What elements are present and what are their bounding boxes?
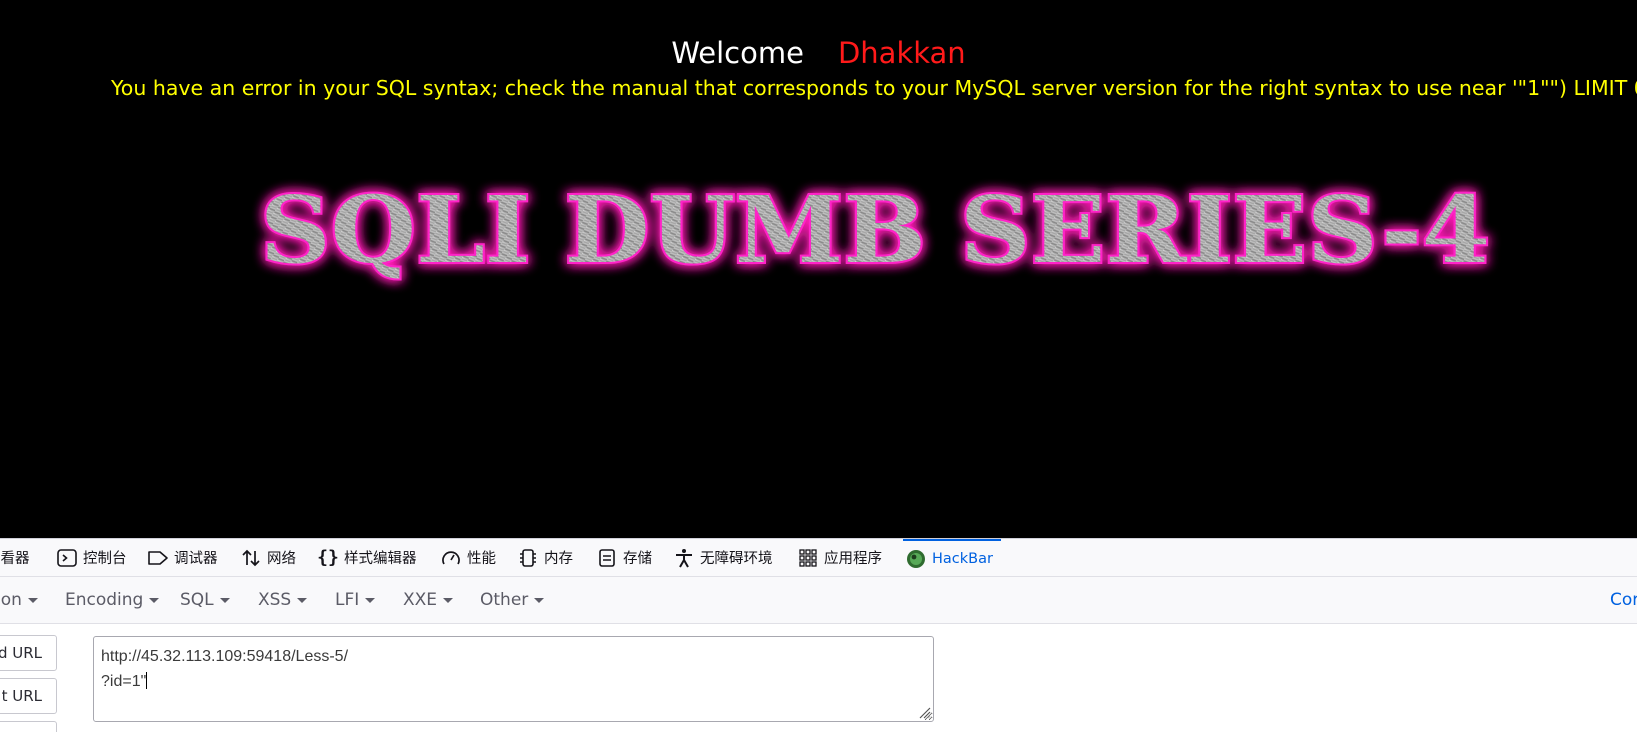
menu-action[interactable]: ion <box>0 577 38 623</box>
url-line-2-text: ?id=1" <box>101 673 147 690</box>
menu-xxe[interactable]: XXE <box>403 577 454 623</box>
tab-style-editor[interactable]: {} 样式编辑器 <box>317 539 417 576</box>
url-line-2: ?id=1" <box>101 669 926 694</box>
menu-xxe-label: XXE <box>403 590 438 610</box>
chevron-down-icon <box>443 597 454 603</box>
tab-network[interactable]: 网络 <box>240 539 296 576</box>
application-icon <box>797 547 819 569</box>
url-line-1: http://45.32.113.109:59418/Less-5/ <box>101 648 349 665</box>
tab-network-label: 网络 <box>267 551 296 567</box>
tab-application[interactable]: 应用程序 <box>797 539 882 576</box>
menu-lfi[interactable]: LFI <box>335 577 376 623</box>
menu-contribute-link[interactable]: Cor <box>1610 577 1637 623</box>
tab-accessibility[interactable]: 无障碍环境 <box>673 539 773 576</box>
menu-encoding-label: Encoding <box>65 590 144 610</box>
chevron-down-icon <box>149 597 160 603</box>
menu-contribute-label: Cor <box>1610 590 1637 610</box>
web-content: Welcome Dhakkan You have an error in your… <box>0 0 1637 538</box>
tab-memory[interactable]: 内存 <box>517 539 573 576</box>
url-textarea[interactable]: http://45.32.113.109:59418/Less-5/ ?id=1… <box>93 636 934 722</box>
chevron-down-icon <box>534 597 545 603</box>
chevron-down-icon <box>27 597 38 603</box>
execute-button[interactable] <box>0 721 57 732</box>
accessibility-icon <box>673 547 695 569</box>
tab-performance-label: 性能 <box>467 551 496 567</box>
banner-title-image: SQLI DUMB SERIES-4 <box>258 174 1492 286</box>
tab-console[interactable]: 控制台 <box>56 539 127 576</box>
menu-sql-label: SQL <box>180 590 214 610</box>
tab-storage[interactable]: 存储 <box>596 539 652 576</box>
menu-xss[interactable]: XSS <box>258 577 308 623</box>
tab-hackbar-label: HackBar <box>932 550 993 567</box>
storage-icon <box>596 547 618 569</box>
network-icon <box>240 547 262 569</box>
tab-style-editor-label: 样式编辑器 <box>344 551 417 567</box>
tab-debugger-label: 调试器 <box>174 551 218 567</box>
performance-icon <box>440 547 462 569</box>
welcome-text: Welcome <box>671 36 804 70</box>
menu-xss-label: XSS <box>258 590 292 610</box>
text-cursor <box>146 672 148 689</box>
debugger-icon <box>147 547 169 569</box>
hackbar-menu: ion Encoding SQL XSS LFI XXE Other Cor <box>0 577 1637 624</box>
welcome-line: Welcome Dhakkan <box>0 36 1637 70</box>
tab-application-label: 应用程序 <box>824 551 882 567</box>
tab-accessibility-label: 无障碍环境 <box>700 551 773 567</box>
resize-grip-icon[interactable] <box>917 705 931 719</box>
tab-hackbar[interactable]: HackBar <box>903 539 1001 576</box>
menu-encoding[interactable]: Encoding <box>65 577 160 623</box>
style-editor-icon: {} <box>317 547 339 568</box>
memory-icon <box>517 547 539 569</box>
username-text: Dhakkan <box>837 36 966 70</box>
hackbar-icon <box>905 548 927 570</box>
load-url-label: d URL <box>0 644 42 662</box>
menu-sql[interactable]: SQL <box>180 577 230 623</box>
tab-memory-label: 内存 <box>544 551 573 567</box>
browser-page: Welcome Dhakkan You have an error in your… <box>0 0 1637 732</box>
tab-console-label: 控制台 <box>83 551 127 567</box>
tab-performance[interactable]: 性能 <box>440 539 496 576</box>
tab-inspector[interactable]: 查看器 <box>0 539 30 576</box>
chevron-down-icon <box>219 597 230 603</box>
chevron-down-icon <box>297 597 308 603</box>
tab-inspector-label: 查看器 <box>0 551 30 567</box>
menu-other[interactable]: Other <box>480 577 545 623</box>
split-url-label: t URL <box>1 687 42 705</box>
devtools-panel: 查看器 控制台 调试器 网络 {} <box>0 538 1637 732</box>
banner-title: SQLI DUMB SERIES-4 <box>260 176 1490 284</box>
tab-storage-label: 存储 <box>623 551 652 567</box>
devtools-tabbar: 查看器 控制台 调试器 网络 {} <box>0 539 1637 577</box>
split-url-button[interactable]: t URL <box>0 678 57 714</box>
chevron-down-icon <box>365 597 376 603</box>
load-url-button[interactable]: d URL <box>0 635 57 671</box>
menu-action-label: ion <box>0 590 22 610</box>
sql-error-message: You have an error in your SQL syntax; ch… <box>111 76 1637 100</box>
menu-lfi-label: LFI <box>335 590 360 610</box>
console-icon <box>56 547 78 569</box>
menu-other-label: Other <box>480 590 529 610</box>
tab-debugger[interactable]: 调试器 <box>147 539 218 576</box>
